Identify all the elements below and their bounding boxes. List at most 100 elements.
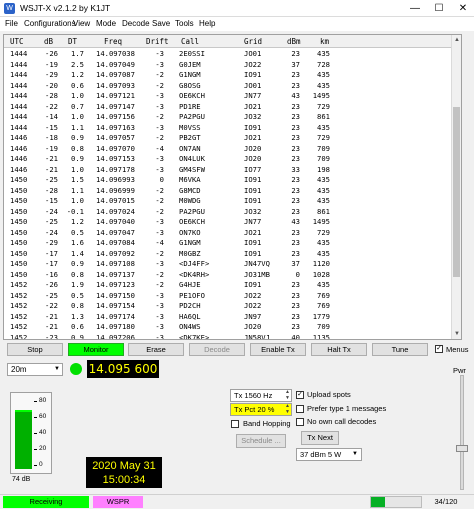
table-row[interactable]: 1444 -28 1.0 14.097121 -3 OE6KCH JN77 43 1495	[4, 91, 453, 102]
progress-fill	[371, 497, 386, 507]
table-row[interactable]: 1452 -25 0.5 14.097150 -3 PE1OFO JO22 23 769	[4, 291, 453, 302]
table-row[interactable]: 1444 -26 1.7 14.097038 -3 2E0SSI JO01 23 435	[4, 49, 453, 60]
menu-configurations[interactable]: Configurations	[24, 19, 76, 28]
stop-button[interactable]: Stop	[7, 343, 63, 356]
table-row[interactable]: 1444 -15 1.1 14.097163 -3 M0VSS IO91 23 435	[4, 123, 453, 134]
table-row[interactable]: 1446 -18 0.9 14.097057 -2 PB2GT JO21 23 729	[4, 133, 453, 144]
cell-utc: 1452	[10, 332, 28, 340]
cell-db: -21	[45, 154, 58, 163]
halt-tx-button[interactable]: Halt Tx	[311, 343, 367, 356]
table-row[interactable]: 1450 -17 1.4 14.097092 -2 M0GBZ IO91 23 435	[4, 249, 453, 260]
menu-save[interactable]: Save	[152, 19, 170, 28]
cell-dbm: 23	[291, 238, 300, 247]
scroll-down-icon[interactable]: ▼	[452, 329, 461, 339]
monitor-button[interactable]: Monitor	[68, 343, 124, 356]
cell-utc: 1450	[10, 206, 28, 216]
table-row[interactable]: 1452 -21 0.6 14.097180 -3 ON4WS JO20 23 709	[4, 322, 453, 333]
erase-button[interactable]: Erase	[128, 343, 184, 356]
cell-utc: 1452	[10, 301, 28, 310]
cell-db: -18	[45, 133, 58, 142]
tx-frequency-spinbox[interactable]: Tx 1560 Hz ▲ ▼	[230, 389, 292, 402]
tx-pct-spinbox[interactable]: Tx Pct 20 % ▲ ▼	[230, 403, 292, 416]
cell-dbm: 23	[291, 122, 300, 132]
maximize-button[interactable]: ☐	[428, 0, 450, 17]
menu-view[interactable]: View	[73, 19, 90, 28]
cell-call: PB2GT	[179, 133, 201, 142]
table-row[interactable]: 1444 -22 0.7 14.097147 -3 PD1RE JO21 23 729	[4, 102, 453, 113]
table-row[interactable]: 1452 -21 1.3 14.097174 -3 HA6QL JN97 23 1779	[4, 312, 453, 323]
table-row[interactable]: 1450 -25 1.5 14.096993 0 M6VKA IO91 23 435	[4, 175, 453, 186]
power-slider-handle[interactable]	[456, 445, 468, 452]
table-row[interactable]: 1444 -14 1.0 14.097156 -2 PA2PGU JO32 23 861	[4, 112, 453, 123]
menus-checkbox[interactable]: ✓	[435, 345, 443, 353]
schedule-button[interactable]: Schedule ...	[236, 434, 286, 448]
progress-text: 34/120	[434, 497, 458, 506]
scroll-up-icon[interactable]: ▲	[452, 35, 461, 45]
cell-call: OE6KCH	[179, 91, 205, 100]
table-row[interactable]: 1444 -20 0.6 14.097093 -2 G8OSG JO01 23 435	[4, 81, 453, 92]
cell-utc: 1452	[10, 311, 28, 321]
cell-db: -29	[45, 238, 58, 247]
table-row[interactable]: 1450 -28 1.1 14.096999 -2 G8MCD IO91 23 435	[4, 186, 453, 197]
cell-call: G4HJE	[179, 280, 201, 289]
power-select[interactable]: 37 dBm 5 W ▼	[296, 448, 362, 461]
cell-km: 435	[317, 248, 330, 258]
menu-file[interactable]: File	[5, 19, 18, 28]
cell-call: 2E0SSI	[179, 49, 205, 58]
cell-call: G1NGM	[179, 70, 201, 79]
decode-table[interactable]: UTC dB DT Freq Drift Call Grid dBm km 14…	[3, 34, 462, 340]
table-row[interactable]: 1446 -19 0.8 14.097070 -4 ON7AN JO20 23 709	[4, 144, 453, 155]
table-row[interactable]: 1450 -24 -0.1 14.097024 -2 PA2PGU JO32 23 861	[4, 207, 453, 218]
menu-tools[interactable]: Tools	[175, 19, 194, 28]
table-row[interactable]: 1450 -17 0.9 14.097108 -3 <DJ4FF> JN47VQ 37 1120	[4, 259, 453, 270]
tx-next-button[interactable]: Tx Next	[301, 431, 339, 445]
scroll-thumb[interactable]	[453, 107, 460, 277]
decode-button[interactable]: Decode	[189, 343, 245, 356]
cell-dt: 1.0	[71, 196, 84, 205]
cell-km: 728	[317, 59, 330, 69]
col-freq: Freq	[104, 37, 123, 46]
table-row[interactable]: 1450 -29 1.6 14.097084 -4 G1NGM IO91 23 435	[4, 238, 453, 249]
band-select[interactable]: 20m ▼	[7, 363, 63, 376]
prefer-type1-checkbox[interactable]	[296, 405, 304, 413]
menu-help[interactable]: Help	[199, 19, 215, 28]
table-row[interactable]: 1450 -15 1.0 14.097015 -2 M0WDG IO91 23 435	[4, 196, 453, 207]
table-scrollbar[interactable]: ▲ ▼	[451, 35, 461, 339]
cell-call: <DK7KE>	[179, 332, 210, 340]
minimize-button[interactable]: —	[404, 0, 426, 17]
table-row[interactable]: 1452 -26 1.9 14.097123 -2 G4HJE IO91 23 435	[4, 280, 453, 291]
spin-arrows-icon[interactable]: ▲ ▼	[285, 403, 290, 415]
table-row[interactable]: 1444 -19 2.5 14.097049 -3 G0JEM JO22 37 728	[4, 60, 453, 71]
menu-decode[interactable]: Decode	[122, 19, 150, 28]
cell-dbm: 23	[291, 49, 300, 58]
col-utc: UTC	[10, 37, 24, 46]
table-row[interactable]: 1444 -29 1.2 14.097087 -2 G1NGM IO91 23 435	[4, 70, 453, 81]
close-button[interactable]: ✕	[452, 0, 474, 17]
table-row[interactable]: 1450 -24 0.5 14.097047 -3 ON7KO JO21 23 729	[4, 228, 453, 239]
no-own-call-checkbox[interactable]	[296, 418, 304, 426]
spin-arrows-icon[interactable]: ▲ ▼	[285, 389, 290, 401]
cell-dt: 1.1	[71, 122, 84, 132]
power-slider-groove[interactable]	[460, 375, 464, 490]
table-row[interactable]: 1450 -16 0.8 14.097137 -2 <DK4RH> JO31MB 0 1028	[4, 270, 453, 281]
table-row[interactable]: 1452 -22 0.8 14.097154 -3 PD2CH JO22 23 769	[4, 301, 453, 312]
cell-call: GM4SFW	[179, 164, 205, 174]
table-row[interactable]: 1446 -21 1.0 14.097178 -3 GM4SFW IO77 33 198	[4, 165, 453, 176]
table-row[interactable]: 1452 -23 0.9 14.097206 -3 <DK7KE> JN58VJ 40 1135	[4, 332, 453, 340]
band-hopping-checkbox[interactable]	[231, 420, 239, 428]
cell-km: 435	[317, 122, 330, 132]
table-row[interactable]: 1446 -21 0.9 14.097153 -3 ON4LUK JO20 23 709	[4, 154, 453, 165]
cell-call: PD1RE	[179, 101, 201, 111]
cell-utc: 1444	[10, 91, 28, 100]
table-row[interactable]: 1450 -25 1.2 14.097040 -3 OE6KCH JN77 43 1495	[4, 217, 453, 228]
col-grid: Grid	[244, 37, 263, 46]
cell-freq: 14.096993	[96, 175, 135, 184]
upload-spots-checkbox[interactable]: ✓	[296, 391, 304, 399]
cell-db: -20	[45, 80, 58, 90]
enable-tx-button[interactable]: Enable Tx	[250, 343, 306, 356]
tune-button[interactable]: Tune	[372, 343, 428, 356]
cell-dbm: 23	[291, 101, 300, 111]
app-icon: W	[4, 3, 15, 14]
menu-mode[interactable]: Mode	[96, 19, 116, 28]
cell-utc: 1450	[10, 217, 28, 226]
